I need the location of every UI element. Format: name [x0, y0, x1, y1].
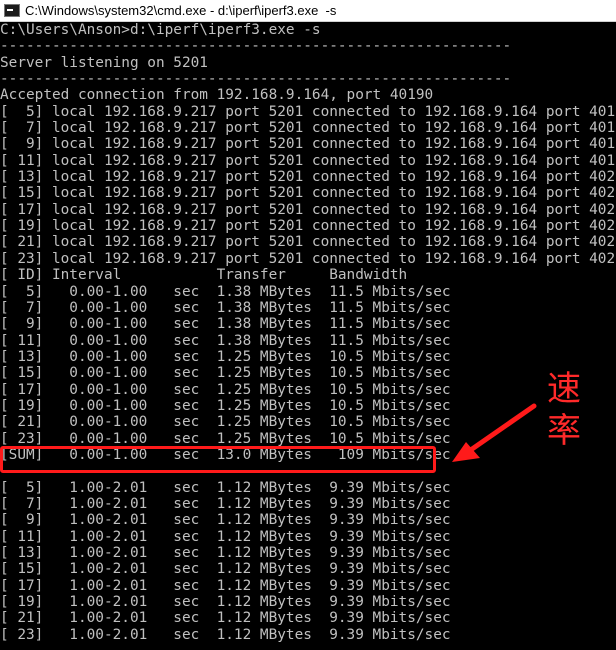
title-bar[interactable]: C:\Windows\system32\cmd.exe - d:\iperf\i…	[0, 0, 616, 22]
console-line: [ 21] local 192.168.9.217 port 5201 conn…	[0, 234, 616, 251]
console-line: [ 15] 0.00-1.00 sec 1.25 MBytes 10.5 Mbi…	[0, 365, 451, 382]
window-title: C:\Windows\system32\cmd.exe - d:\iperf\i…	[25, 3, 337, 18]
console-line: [ 23] local 192.168.9.217 port 5201 conn…	[0, 250, 616, 267]
console-line: [ 13] 1.00-2.01 sec 1.12 MBytes 9.39 Mbi…	[0, 545, 451, 561]
console-line: [ 9] local 192.168.9.217 port 5201 conne…	[0, 136, 616, 153]
console-line: [ 7] local 192.168.9.217 port 5201 conne…	[0, 120, 616, 137]
console-line: [ 5] 0.00-1.00 sec 1.38 MBytes 11.5 Mbit…	[0, 283, 451, 300]
console-line: [ 7] 0.00-1.00 sec 1.38 MBytes 11.5 Mbit…	[0, 299, 451, 316]
console-line: [ 11] local 192.168.9.217 port 5201 conn…	[0, 152, 616, 169]
console-line: [ 19] local 192.168.9.217 port 5201 conn…	[0, 218, 616, 235]
annotation-arrow-icon	[452, 403, 537, 462]
console-line: [ 11] 0.00-1.00 sec 1.38 MBytes 11.5 Mbi…	[0, 332, 451, 349]
sum-row-highlight-box	[0, 446, 436, 473]
console-line: [ 9] 1.00-2.01 sec 1.12 MBytes 9.39 Mbit…	[0, 512, 451, 529]
console-line: [ 5] local 192.168.9.217 port 5201 conne…	[0, 103, 616, 120]
console-line: [ 13] local 192.168.9.217 port 5201 conn…	[0, 169, 616, 186]
console-line: ----------------------------------------…	[0, 38, 512, 55]
console-line: [ 21] 1.00-2.01 sec 1.12 MBytes 9.39 Mbi…	[0, 610, 451, 627]
console-line: [ 19] 1.00-2.01 sec 1.12 MBytes 9.39 Mbi…	[0, 594, 451, 611]
console-line: [ 11] 1.00-2.01 sec 1.12 MBytes 9.39 Mbi…	[0, 528, 451, 545]
console-line: [ 15] 1.00-2.01 sec 1.12 MBytes 9.39 Mbi…	[0, 561, 451, 578]
console-line: Accepted connection from 192.168.9.164, …	[0, 87, 434, 104]
console-line: [ 15] local 192.168.9.217 port 5201 conn…	[0, 185, 616, 202]
console-line: [ 17] local 192.168.9.217 port 5201 conn…	[0, 201, 616, 218]
console-output[interactable]: C:\Users\Anson>d:\iperf\iperf3.exe -s ---…	[0, 22, 616, 650]
console-line: Server listening on 5201	[0, 54, 208, 71]
console-line: [ ID] Interval Transfer Bandwidth	[0, 267, 408, 284]
console-line: [ 5] 1.00-2.01 sec 1.12 MBytes 9.39 Mbit…	[0, 479, 451, 496]
rate-annotation: 速率	[547, 369, 581, 451]
console-line: [ 17] 1.00-2.01 sec 1.12 MBytes 9.39 Mbi…	[0, 577, 451, 594]
console-line: C:\Users\Anson>d:\iperf\iperf3.exe -s	[0, 22, 321, 38]
console-line: [ 13] 0.00-1.00 sec 1.25 MBytes 10.5 Mbi…	[0, 348, 451, 365]
console-line: [ 23] 1.00-2.01 sec 1.12 MBytes 9.39 Mbi…	[0, 626, 451, 643]
console-line: [ 7] 1.00-2.01 sec 1.12 MBytes 9.39 Mbit…	[0, 495, 451, 512]
console-line: [ 9] 0.00-1.00 sec 1.38 MBytes 11.5 Mbit…	[0, 316, 451, 333]
console-line: ----------------------------------------…	[0, 71, 512, 88]
console-line: [ 17] 0.00-1.00 sec 1.25 MBytes 10.5 Mbi…	[0, 381, 451, 398]
cmd-app-icon	[4, 4, 20, 17]
